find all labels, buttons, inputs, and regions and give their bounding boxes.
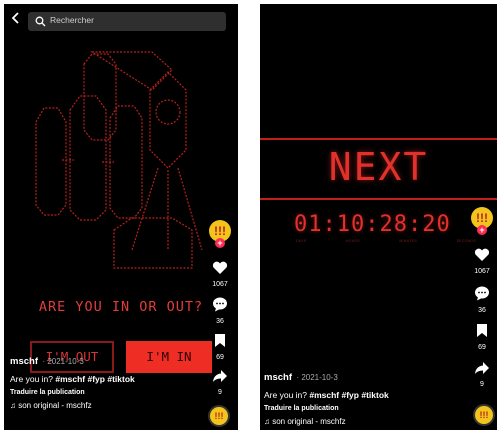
left-video-panel[interactable]: Rechercher ARE YOU IN OR OUT? I'M OUT I'… <box>4 4 238 430</box>
like-count: 1067 <box>212 281 228 288</box>
timer-unit-days: DAYS <box>296 239 307 243</box>
share-count: 9 <box>218 389 222 396</box>
comment-icon <box>475 286 489 301</box>
like-count: 1067 <box>474 268 490 275</box>
countdown-timer: 01:10:28:20 <box>294 212 451 237</box>
sound-name: son original - mschfz <box>18 401 92 410</box>
sound-link[interactable]: ♫ son original - mschfz <box>264 417 464 426</box>
translate-link[interactable]: Traduire la publication <box>264 405 464 412</box>
bookmark-icon <box>215 334 225 347</box>
search-placeholder: Rechercher <box>50 15 94 25</box>
music-note-icon: ♫ <box>10 401 16 410</box>
timer-unit-labels: DAYS HOURS MINUTES SECONDS <box>296 239 476 243</box>
comment-icon <box>213 297 227 312</box>
timer-unit-minutes: MINUTES <box>399 239 418 243</box>
share-count: 9 <box>480 381 484 388</box>
comment-count: 36 <box>216 318 224 325</box>
sound-disc[interactable]: !!! <box>208 405 230 427</box>
post-meta: mschf · 2021-10-3 Are you in? #mschf #fy… <box>10 351 200 410</box>
right-video-panel[interactable]: NEXT 01:10:28:20 DAYS HOURS MINUTES SECO… <box>260 4 497 430</box>
search-input[interactable]: Rechercher <box>28 12 226 31</box>
hashtags[interactable]: #mschf #fyp #tiktok <box>309 390 388 400</box>
hashtags[interactable]: #mschf #fyp #tiktok <box>55 374 134 384</box>
post-date: · 2021-10-3 <box>296 373 338 382</box>
like-button[interactable]: 1067 <box>468 248 496 275</box>
timer-unit-seconds: SECONDS <box>456 239 476 243</box>
divider-top <box>260 138 497 140</box>
save-count: 69 <box>478 344 486 351</box>
caption-text: Are you in? <box>264 390 307 400</box>
like-button[interactable]: 1067 <box>206 261 234 288</box>
follow-plus-icon[interactable]: + <box>215 238 225 248</box>
comment-button[interactable]: 36 <box>468 286 496 314</box>
save-button[interactable]: 69 <box>206 333 234 361</box>
sound-disc[interactable]: !!! <box>473 404 495 426</box>
music-note-icon: ♫ <box>264 417 270 426</box>
question-text: ARE YOU IN OR OUT? <box>38 299 204 315</box>
divider-bottom <box>260 198 497 200</box>
post-meta: mschf · 2021-10-3 Are you in? #mschf #fy… <box>264 367 464 426</box>
comment-button[interactable]: 36 <box>206 297 234 325</box>
save-button[interactable]: 69 <box>468 323 496 351</box>
share-button[interactable]: 9 <box>468 361 496 388</box>
ascii-art-illustration <box>35 51 203 269</box>
follow-plus-icon[interactable]: + <box>477 225 487 235</box>
share-icon <box>213 370 227 382</box>
save-count: 69 <box>216 354 224 361</box>
share-button[interactable]: 9 <box>206 369 234 396</box>
username[interactable]: mschf <box>264 372 292 383</box>
next-heading: NEXT <box>328 145 429 189</box>
post-date: · 2021-10-3 <box>42 357 84 366</box>
search-icon <box>35 16 46 27</box>
sound-link[interactable]: ♫ son original - mschfz <box>10 401 200 410</box>
caption: Are you in? #mschf #fyp #tiktok <box>10 374 200 384</box>
caption: Are you in? #mschf #fyp #tiktok <box>264 390 464 400</box>
heart-icon <box>474 248 490 261</box>
timer-unit-hours: HOURS <box>345 239 360 243</box>
caption-text: Are you in? <box>10 374 53 384</box>
bookmark-icon <box>477 324 487 337</box>
share-icon <box>475 362 489 374</box>
comment-count: 36 <box>478 307 486 314</box>
username[interactable]: mschf <box>10 356 38 367</box>
chevron-left-icon[interactable] <box>10 11 22 30</box>
heart-icon <box>212 261 228 274</box>
translate-link[interactable]: Traduire la publication <box>10 389 200 396</box>
sound-name: son original - mschfz <box>272 417 346 426</box>
